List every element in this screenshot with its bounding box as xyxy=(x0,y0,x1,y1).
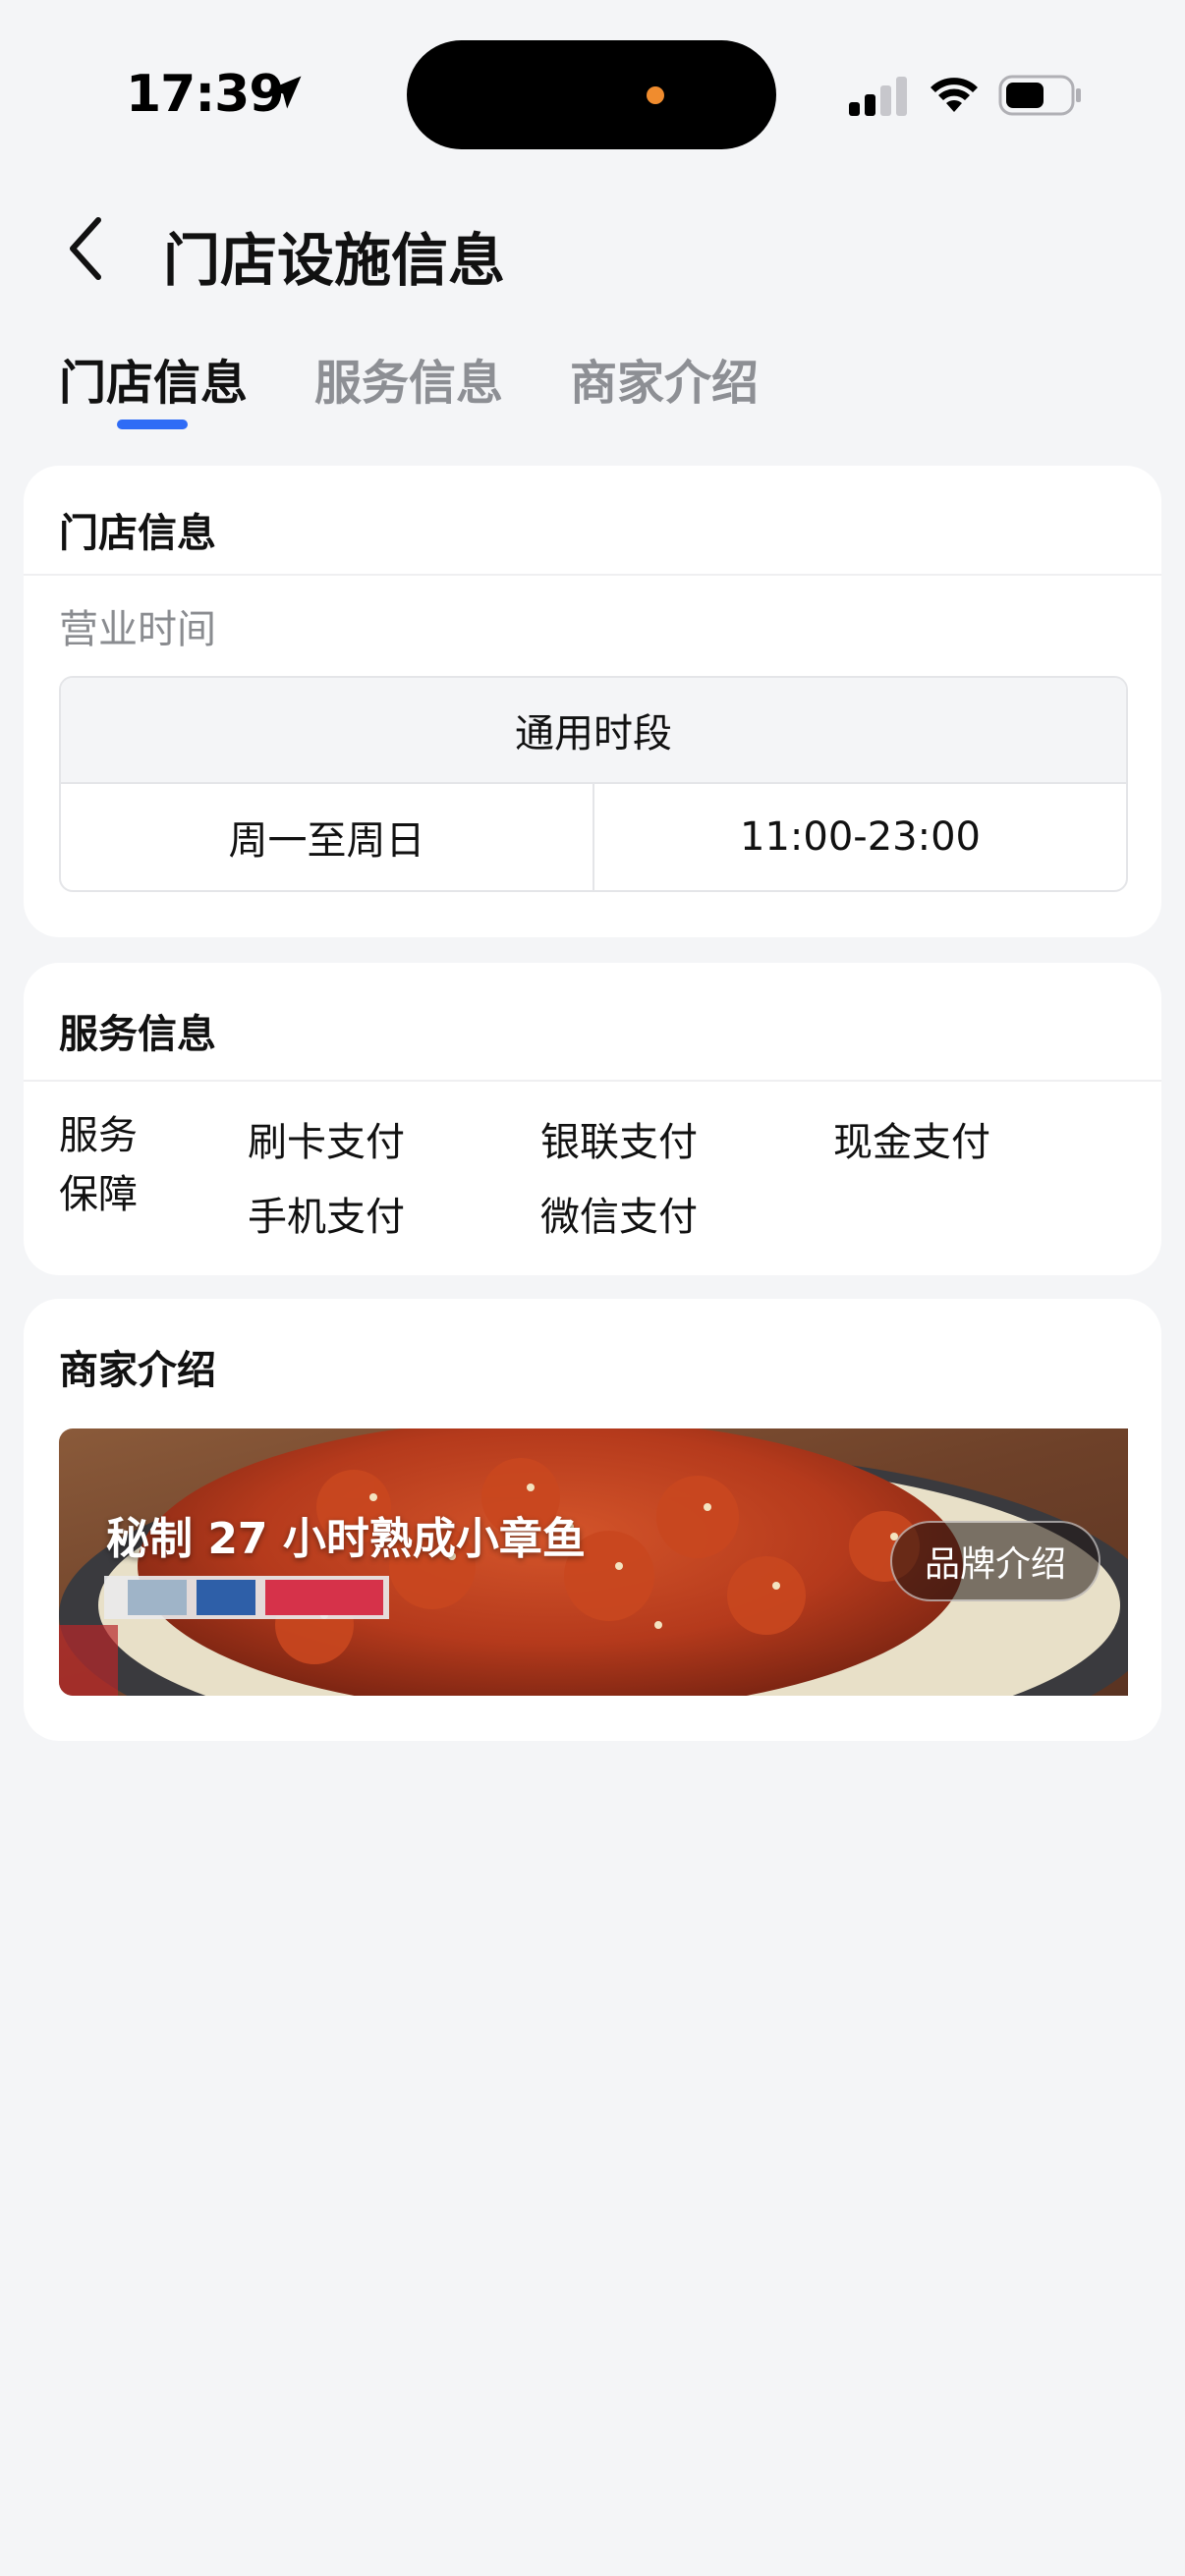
divider xyxy=(24,1080,1161,1082)
cellular-signal-icon xyxy=(849,77,907,116)
back-arrow-icon[interactable] xyxy=(61,214,110,283)
brand-intro-button[interactable]: 品牌介绍 xyxy=(890,1521,1100,1601)
service-item: 微信支付 xyxy=(540,1195,698,1240)
dynamic-island xyxy=(407,40,776,149)
merchant-intro-title: 商家介绍 xyxy=(59,1348,216,1393)
divider xyxy=(24,574,1161,576)
tab-store-info[interactable]: 门店信息 xyxy=(59,344,248,432)
service-info-card: 服务信息 服务保障 刷卡支付 银联支付 现金支付 手机支付 微信支付 xyxy=(24,963,1161,1275)
tab-label: 门店信息 xyxy=(59,356,249,411)
tab-service-info[interactable]: 服务信息 xyxy=(314,344,503,432)
camera-indicator-icon xyxy=(647,86,664,104)
service-item: 银联支付 xyxy=(540,1120,698,1165)
wifi-icon xyxy=(931,78,978,112)
service-item: 刷卡支付 xyxy=(248,1120,405,1165)
merchant-intro-card: 商家介绍 秘制 27 小时熟成小章鱼 品牌介绍 xyxy=(24,1299,1161,1741)
table-row: 周一至周日 11:00-23:00 xyxy=(61,784,1126,890)
active-tab-indicator xyxy=(117,420,188,429)
service-item: 手机支付 xyxy=(248,1195,405,1240)
hours-days-cell: 周一至周日 xyxy=(228,818,425,864)
location-arrow-icon xyxy=(268,76,302,109)
battery-icon xyxy=(998,75,1081,116)
banner-headline: 秘制 27 小时熟成小章鱼 xyxy=(106,1514,586,1564)
hours-time-cell: 11:00-23:00 xyxy=(592,784,1126,890)
status-bar: 17:39 xyxy=(0,0,1185,167)
tab-label: 商家介绍 xyxy=(570,356,760,411)
page-title: 门店设施信息 xyxy=(163,227,506,294)
business-hours-label: 营业时间 xyxy=(59,607,216,652)
service-item: 现金支付 xyxy=(833,1120,990,1165)
store-info-card: 门店信息 营业时间 通用时段 周一至周日 11:00-23:00 xyxy=(24,466,1161,937)
service-guarantee-label: 服务保障 xyxy=(59,1113,138,1217)
tab-label: 服务信息 xyxy=(314,356,504,411)
merchant-banner[interactable]: 秘制 27 小时熟成小章鱼 品牌介绍 xyxy=(59,1428,1128,1696)
tab-bar: 门店信息 服务信息 商家介绍 xyxy=(59,344,825,432)
status-time: 17:39 xyxy=(126,65,285,124)
service-info-title: 服务信息 xyxy=(59,1012,216,1057)
store-info-title: 门店信息 xyxy=(59,511,216,556)
tab-merchant-intro[interactable]: 商家介绍 xyxy=(570,344,759,432)
business-hours-table: 通用时段 周一至周日 11:00-23:00 xyxy=(59,676,1128,892)
hours-table-header: 通用时段 xyxy=(61,678,1126,784)
